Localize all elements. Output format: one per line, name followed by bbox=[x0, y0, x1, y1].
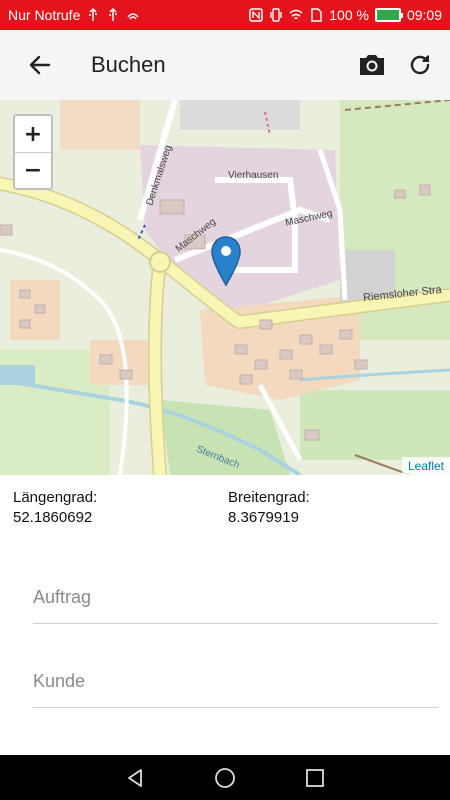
circle-home-icon bbox=[215, 767, 235, 788]
square-recents-icon bbox=[306, 768, 324, 787]
kunde-field bbox=[33, 656, 438, 708]
status-right: 100 % 09:09 bbox=[249, 7, 442, 23]
usb-icon-2 bbox=[109, 8, 118, 21]
vibrate-icon bbox=[270, 8, 282, 22]
longitude-block: Längengrad: 52.1860692 bbox=[13, 488, 228, 528]
usb-icon bbox=[89, 8, 98, 21]
carrier-text: Nur Notrufe bbox=[8, 7, 81, 23]
back-button[interactable] bbox=[15, 40, 65, 90]
latitude-label: Breitengrad: bbox=[228, 489, 310, 506]
auftrag-input[interactable] bbox=[33, 572, 438, 623]
app-bar: Buchen bbox=[0, 30, 450, 100]
map-label-vierhausen: Vierhausen bbox=[228, 170, 279, 181]
system-nav-bar bbox=[0, 755, 450, 800]
app-actions bbox=[352, 45, 440, 85]
battery-percent: 100 % bbox=[329, 7, 369, 23]
nav-home-button[interactable] bbox=[210, 763, 240, 793]
latitude-block: Breitengrad: 8.3679919 bbox=[228, 488, 443, 528]
status-left: Nur Notrufe bbox=[8, 7, 140, 23]
coordinates-panel: Längengrad: 52.1860692 Breitengrad: 8.36… bbox=[13, 488, 443, 528]
nav-back-button[interactable] bbox=[120, 763, 150, 793]
camera-icon bbox=[360, 55, 384, 75]
nav-recents-button[interactable] bbox=[300, 763, 330, 793]
triangle-back-icon bbox=[128, 768, 142, 787]
status-time: 09:09 bbox=[406, 7, 442, 23]
location-marker-icon[interactable] bbox=[209, 235, 243, 289]
zoom-out-button[interactable]: − bbox=[15, 152, 51, 188]
arrow-back-icon bbox=[29, 55, 51, 75]
zoom-in-button[interactable]: + bbox=[15, 116, 51, 152]
longitude-value: 52.1860692 bbox=[13, 509, 93, 526]
latitude-value: 8.3679919 bbox=[228, 509, 299, 526]
hotspot-icon bbox=[127, 13, 139, 20]
wifi-icon bbox=[289, 9, 303, 20]
camera-button[interactable] bbox=[352, 45, 392, 85]
sim-icon bbox=[311, 8, 322, 22]
refresh-icon bbox=[410, 55, 430, 75]
refresh-button[interactable] bbox=[400, 45, 440, 85]
longitude-label: Längengrad: bbox=[13, 489, 98, 506]
auftrag-field bbox=[33, 572, 438, 624]
map-attribution-link[interactable]: Leaflet bbox=[401, 457, 450, 475]
zoom-control: + − bbox=[13, 114, 53, 190]
battery-icon bbox=[374, 8, 403, 22]
page-title: Buchen bbox=[91, 52, 166, 77]
kunde-input[interactable] bbox=[33, 656, 438, 707]
map-view[interactable]: Vierhausen Maschweg Maschweg Denkmalsweg… bbox=[0, 100, 450, 475]
nfc-icon bbox=[249, 8, 263, 22]
status-bar: Nur Notrufe 100 % 09:09 bbox=[0, 0, 450, 30]
